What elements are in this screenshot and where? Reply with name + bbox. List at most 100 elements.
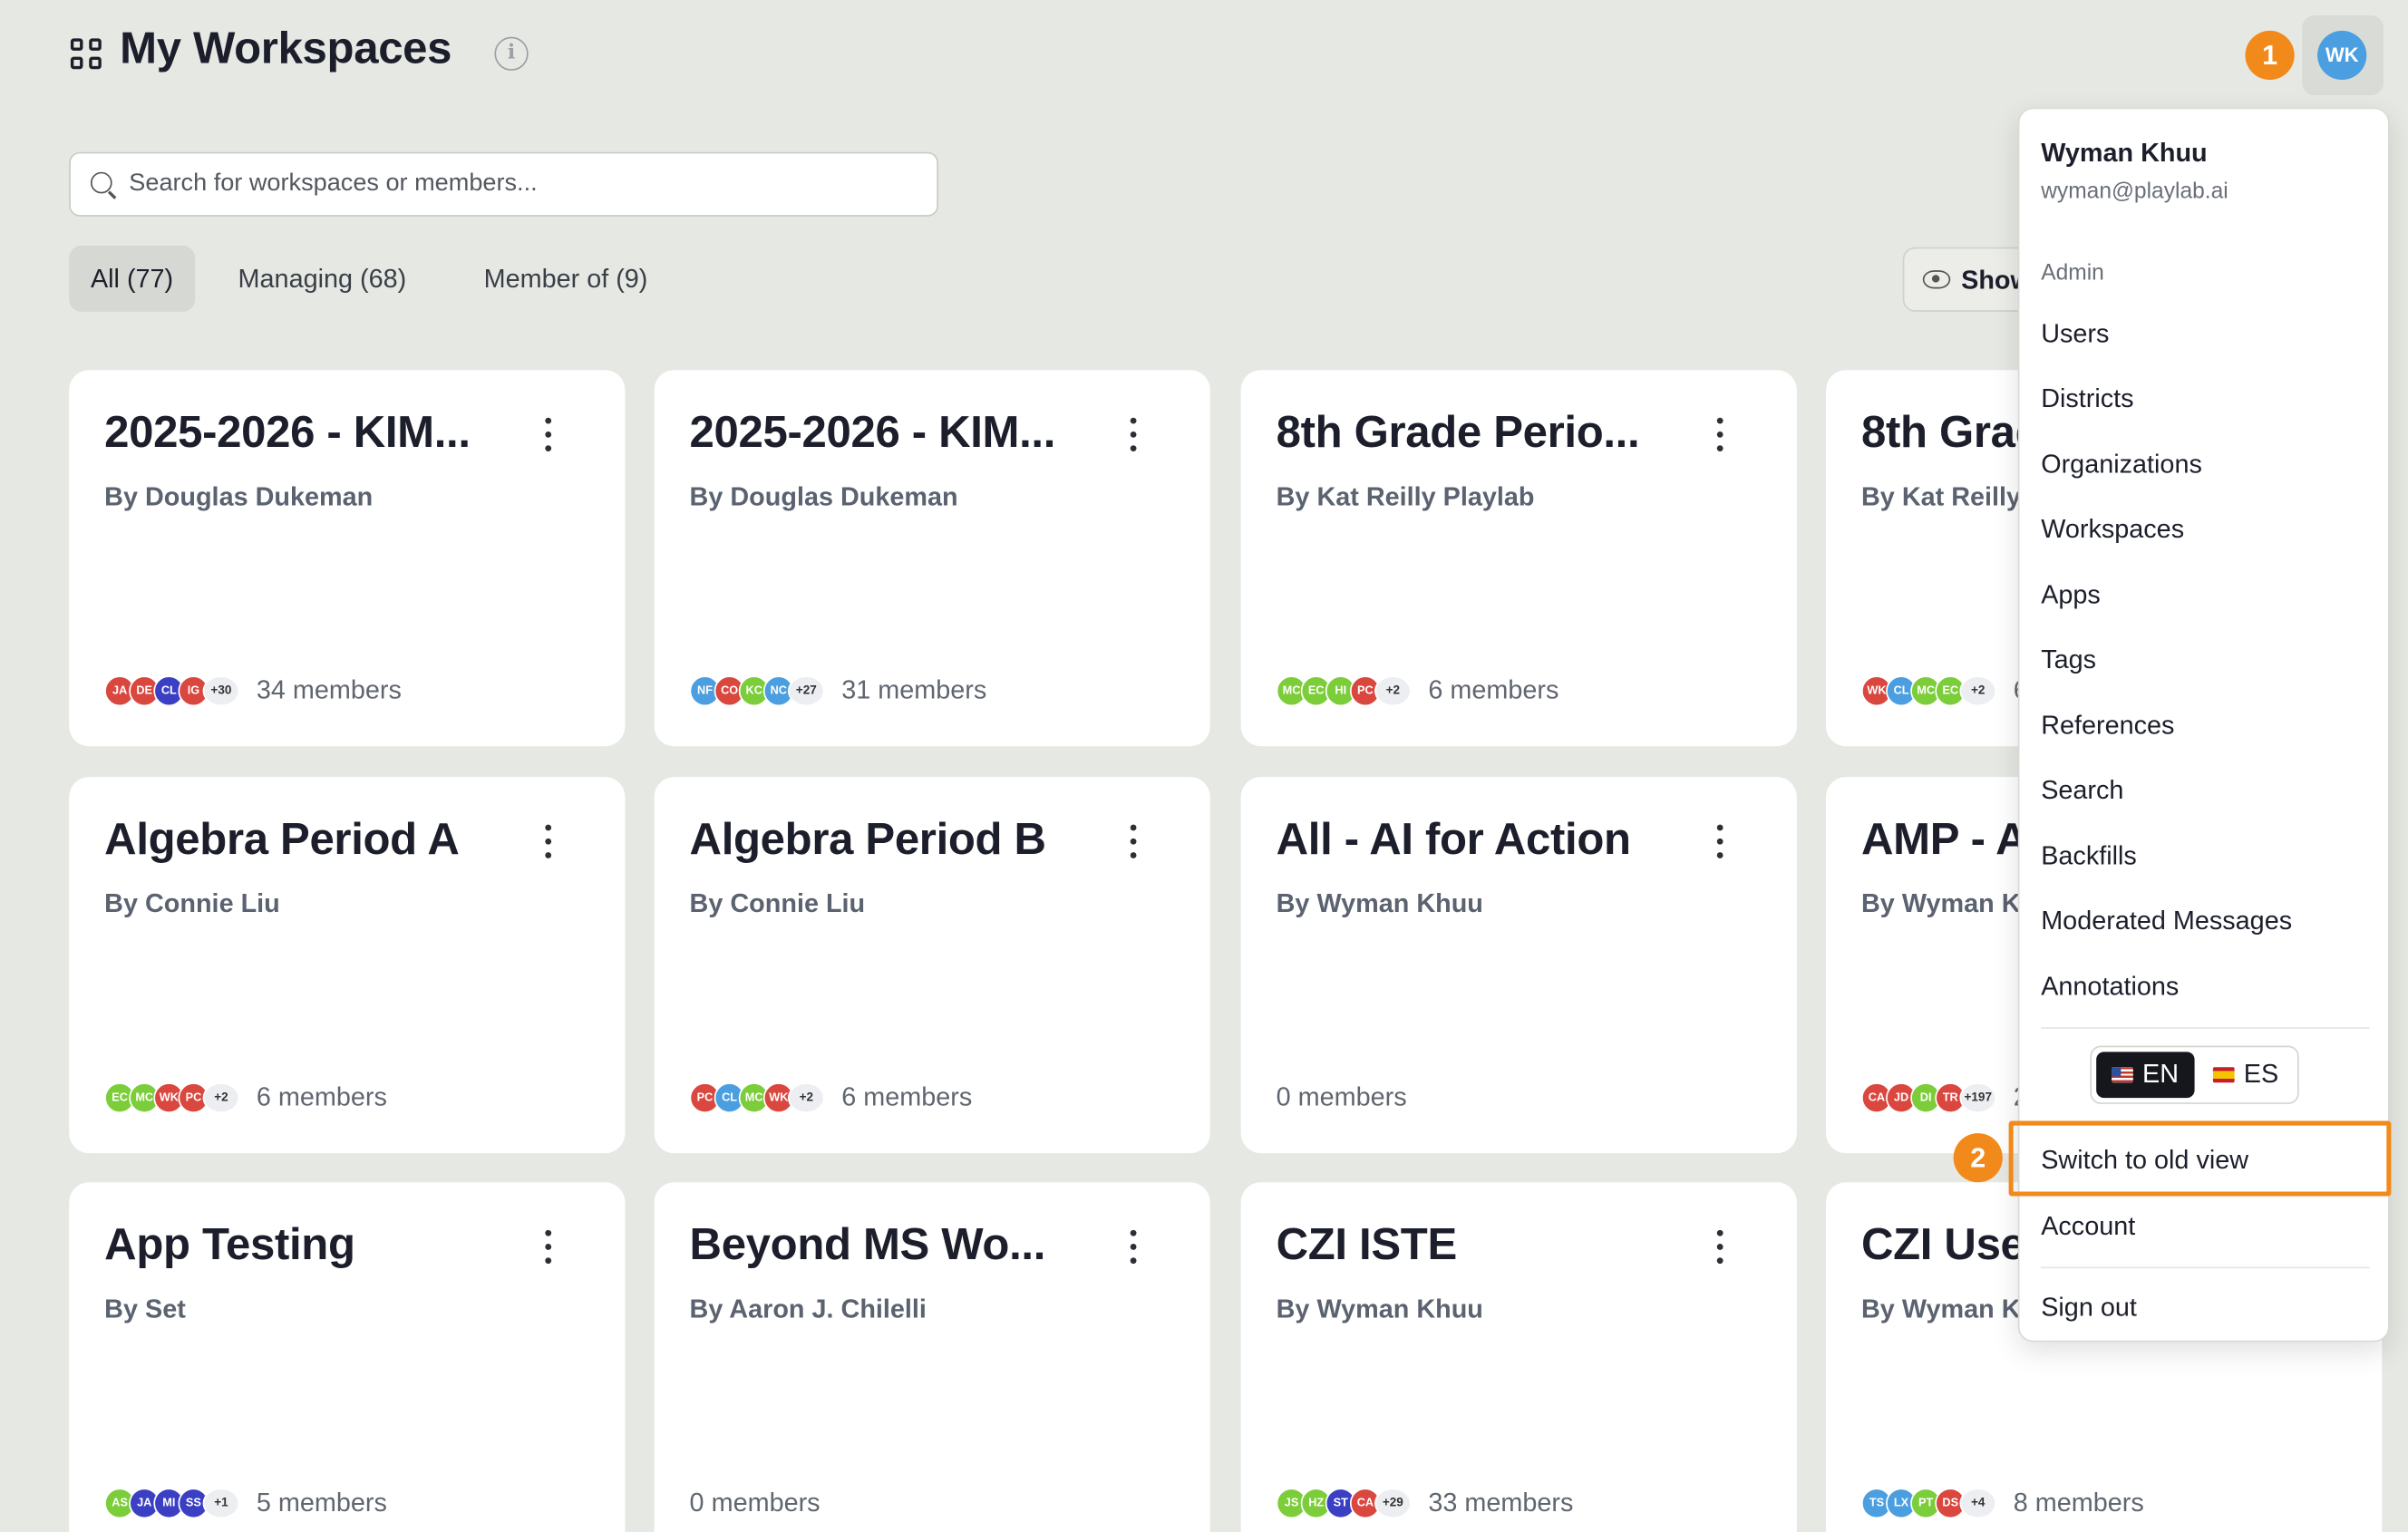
member-avatars: MC EC HI PC +2 6 members	[1276, 674, 1559, 708]
workspace-card[interactable]: Algebra Period A By Connie Liu EC MC WK PC +2 6…	[69, 777, 626, 1154]
workspace-card[interactable]: All - AI for Action By Wyman Khuu 0 member…	[1240, 777, 1797, 1154]
more-options-icon[interactable]	[1120, 417, 1147, 455]
search-icon	[90, 171, 112, 194]
member-avatars: NF CO KC NC +27 31 members	[689, 674, 987, 708]
menu-item-annotations[interactable]: Annotations	[2041, 972, 2179, 1003]
es-flag-icon	[2212, 1067, 2235, 1083]
menu-item-tags[interactable]: Tags	[2041, 645, 2096, 675]
workspace-card[interactable]: Algebra Period B By Connie Liu PC CL MC WK +2 6…	[654, 777, 1210, 1154]
member-overflow-count: +2	[787, 1082, 825, 1114]
workspace-title: Algebra Period B	[689, 815, 1046, 865]
member-count: 6 members	[256, 1082, 387, 1112]
workspace-card[interactable]: App Testing By Set AS JA MI SS +1 5 members	[69, 1182, 626, 1532]
member-avatars: EC MC WK PC +2 6 members	[104, 1081, 387, 1115]
menu-item-search[interactable]: Search	[2041, 775, 2123, 806]
menu-item-sign-out[interactable]: Sign out	[2041, 1293, 2137, 1324]
member-overflow-count: +29	[1374, 1488, 1412, 1519]
menu-item-organizations[interactable]: Organizations	[2041, 450, 2202, 480]
member-count: 34 members	[256, 675, 402, 705]
member-overflow-count: +27	[787, 675, 825, 707]
tab-all[interactable]: All (77)	[69, 246, 195, 312]
workspace-title: 2025-2026 - KIM...	[104, 408, 471, 458]
workspace-owner: By Connie Liu	[689, 888, 866, 918]
more-options-icon[interactable]	[1706, 417, 1733, 455]
menu-item-apps[interactable]: Apps	[2041, 580, 2101, 611]
menu-item-moderated-messages[interactable]: Moderated Messages	[2041, 906, 2292, 936]
workspace-card[interactable]: 8th Grade Perio... By Kat Reilly Playlab M…	[1240, 370, 1797, 747]
member-count: 8 members	[2013, 1488, 2144, 1517]
language-en-label: EN	[2141, 1059, 2180, 1089]
member-count: 6 members	[841, 1082, 973, 1112]
language-es-button[interactable]: ES	[2198, 1052, 2294, 1098]
member-avatars: TS LX PT DS +4 8 members	[1861, 1487, 2144, 1520]
user-menu-button[interactable]: WK	[2302, 15, 2384, 96]
more-options-icon[interactable]	[1706, 1229, 1733, 1267]
workspace-card[interactable]: 2025-2026 - KIM... By Douglas Dukeman NF CO…	[654, 370, 1210, 747]
workspace-owner: By Wyman Khuu	[1276, 1294, 1483, 1324]
workspace-owner: By Wyman Khuu	[1276, 888, 1483, 918]
workspace-title: CZI ISTE	[1276, 1220, 1458, 1270]
workspace-title: 8th Grade Perio...	[1276, 408, 1640, 458]
eye-icon	[1922, 270, 1951, 289]
workspace-owner: By Connie Liu	[104, 888, 280, 918]
member-count: 0 members	[1276, 1082, 1407, 1112]
tab-member-of[interactable]: Member of (9)	[462, 246, 669, 312]
member-overflow-count: +4	[1959, 1488, 1997, 1519]
workspace-owner: By Douglas Dukeman	[104, 481, 374, 512]
menu-divider	[2041, 1266, 2370, 1269]
info-icon[interactable]: i	[494, 36, 529, 71]
menu-item-backfills[interactable]: Backfills	[2041, 841, 2137, 872]
member-count: 6 members	[1428, 675, 1559, 705]
us-flag-icon	[2112, 1067, 2133, 1083]
more-options-icon[interactable]	[534, 417, 561, 455]
page-title: My Workspaces	[120, 24, 452, 74]
search-bar	[69, 151, 938, 217]
tab-managing[interactable]: Managing (68)	[217, 246, 428, 312]
menu-user-name: Wyman Khuu	[2041, 138, 2208, 168]
more-options-icon[interactable]	[534, 824, 561, 862]
member-overflow-count: +1	[202, 1488, 240, 1519]
workspace-title: 2025-2026 - KIM...	[689, 408, 1056, 458]
workspace-card[interactable]: Beyond MS Wo... By Aaron J. Chilelli 0 mem…	[654, 1182, 1210, 1532]
menu-item-references[interactable]: References	[2041, 711, 2174, 742]
more-options-icon[interactable]	[534, 1229, 561, 1267]
workspace-title: Algebra Period A	[104, 815, 460, 865]
menu-item-districts[interactable]: Districts	[2041, 383, 2133, 414]
workspace-card[interactable]: CZI ISTE By Wyman Khuu JS HZ ST CA +29 33 membe…	[1240, 1182, 1797, 1532]
workspace-title: All - AI for Action	[1276, 815, 1631, 865]
step-badge-1: 1	[2245, 30, 2295, 81]
avatar: WK	[2317, 30, 2367, 81]
workspace-owner: By Aaron J. Chilelli	[689, 1294, 927, 1324]
member-avatars: JS HZ ST CA +29 33 members	[1276, 1487, 1574, 1520]
member-avatars: 0 members	[1277, 1081, 1407, 1115]
language-es-label: ES	[2243, 1059, 2279, 1089]
workspace-title: App Testing	[104, 1220, 355, 1270]
grid-icon	[70, 38, 104, 72]
member-avatars: JA DE CL IG +30 34 members	[104, 674, 402, 708]
more-options-icon[interactable]	[1706, 824, 1733, 862]
step-badge-2: 2	[1953, 1133, 2003, 1183]
workspace-card[interactable]: 2025-2026 - KIM... By Douglas Dukeman JA DE…	[69, 370, 626, 747]
menu-item-users[interactable]: Users	[2041, 319, 2109, 350]
member-overflow-count: +2	[1959, 675, 1997, 707]
member-overflow-count: +30	[202, 675, 240, 707]
more-options-icon[interactable]	[1120, 824, 1147, 862]
search-input[interactable]	[129, 153, 928, 216]
workspace-title: Beyond MS Wo...	[689, 1220, 1046, 1270]
language-toggle: EN ES	[2090, 1045, 2299, 1104]
menu-item-workspaces[interactable]: Workspaces	[2041, 514, 2184, 545]
member-count: 0 members	[689, 1488, 820, 1517]
member-count: 33 members	[1428, 1488, 1574, 1517]
workspace-owner: By Kat Reilly Playlab	[1276, 481, 1535, 512]
workspace-owner: By Set	[104, 1294, 186, 1324]
member-avatars: PC CL MC WK +2 6 members	[689, 1081, 973, 1115]
member-avatars: AS JA MI SS +1 5 members	[104, 1487, 387, 1520]
member-count: 31 members	[841, 675, 987, 705]
more-options-icon[interactable]	[1120, 1229, 1147, 1267]
member-overflow-count: +197	[1959, 1082, 1997, 1114]
menu-item-account[interactable]: Account	[2041, 1211, 2135, 1242]
menu-section-admin: Admin	[2041, 260, 2104, 286]
member-overflow-count: +2	[1374, 675, 1412, 707]
language-en-button[interactable]: EN	[2096, 1052, 2194, 1099]
member-avatars: 0 members	[690, 1487, 820, 1520]
